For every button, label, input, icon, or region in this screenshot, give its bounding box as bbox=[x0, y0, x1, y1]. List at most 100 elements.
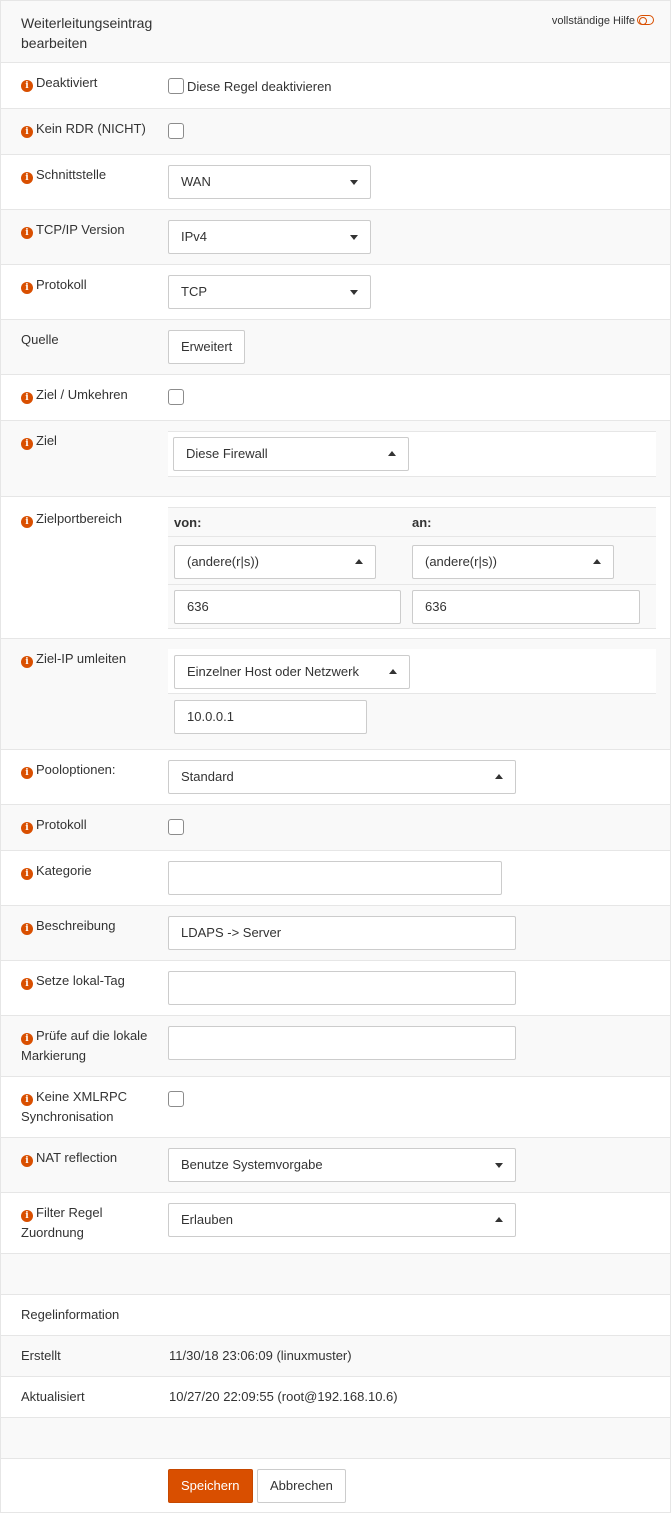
disable-rule-text: Diese Regel deaktivieren bbox=[187, 79, 332, 94]
full-help-toggle[interactable]: vollständige Hilfe bbox=[552, 15, 654, 27]
row-rule-info-heading: Regelinformation bbox=[1, 1295, 670, 1336]
info-icon[interactable]: i bbox=[21, 227, 33, 239]
save-button[interactable]: Speichern bbox=[168, 1469, 253, 1503]
caret-icon bbox=[495, 1163, 503, 1168]
label-ipversion: i TCP/IP Version bbox=[21, 220, 125, 240]
nordr-control bbox=[168, 123, 184, 139]
nordr-checkbox[interactable] bbox=[168, 123, 184, 139]
destination-subtable: Diese Firewall bbox=[168, 431, 656, 477]
row-destination: i Ziel Diese Firewall bbox=[1, 421, 670, 497]
dest-port-from-select[interactable]: (andere(r|s)) bbox=[174, 545, 376, 579]
dest-port-to-select[interactable]: (andere(r|s)) bbox=[412, 545, 614, 579]
nosync-control bbox=[168, 1091, 184, 1107]
dest-port-divider bbox=[168, 536, 656, 537]
dest-port-from-input[interactable]: 636 bbox=[174, 590, 401, 624]
label-target: i Ziel-IP umleiten bbox=[21, 649, 126, 669]
section-spacer bbox=[1, 1254, 670, 1295]
row-description: i Beschreibung LDAPS -> Server bbox=[1, 906, 670, 961]
protocol-select[interactable]: TCP bbox=[168, 275, 371, 309]
row-created: Erstellt 11/30/18 23:06:09 (linuxmuster) bbox=[1, 1336, 670, 1377]
created-label: Erstellt bbox=[21, 1348, 61, 1363]
label-pool: i Pooloptionen: bbox=[21, 760, 116, 780]
label-nordr: i Kein RDR (NICHT) bbox=[21, 119, 146, 139]
ipversion-select[interactable]: IPv4 bbox=[168, 220, 371, 254]
dest-invert-checkbox[interactable] bbox=[168, 389, 184, 405]
info-icon[interactable]: i bbox=[21, 767, 33, 779]
row-disabled: i Deaktiviert Diese Regel deaktivieren bbox=[1, 63, 670, 109]
info-icon[interactable]: i bbox=[21, 172, 33, 184]
panel-header: Weiterleitungseintrag bearbeiten vollstä… bbox=[1, 1, 670, 63]
info-icon[interactable]: i bbox=[21, 438, 33, 450]
source-advanced-button[interactable]: Erweitert bbox=[168, 330, 246, 364]
caret-icon bbox=[593, 559, 601, 564]
label-protocol: i Protokoll bbox=[21, 275, 87, 295]
info-icon[interactable]: i bbox=[21, 1094, 33, 1106]
dest-port-divider bbox=[168, 584, 656, 585]
row-interface: i Schnittstelle WAN bbox=[1, 155, 670, 210]
destination-select[interactable]: Diese Firewall bbox=[173, 437, 409, 471]
label-source: Quelle bbox=[21, 332, 59, 347]
info-icon[interactable]: i bbox=[21, 1210, 33, 1222]
target-select[interactable]: Einzelner Host oder Netzwerk bbox=[174, 655, 410, 689]
label-interface: i Schnittstelle bbox=[21, 165, 106, 185]
label-dest-invert: i Ziel / Umkehren bbox=[21, 385, 128, 405]
nosync-checkbox[interactable] bbox=[168, 1091, 184, 1107]
row-filter-rule: i Filter Regel Zuordnung Erlauben bbox=[1, 1193, 670, 1254]
edit-forward-panel: Weiterleitungseintrag bearbeiten vollstä… bbox=[0, 0, 671, 1513]
row-tagged: i Prüfe auf die lokale Markierung bbox=[1, 1016, 670, 1077]
label-nosync: i Keine XMLRPC Synchronisation bbox=[21, 1089, 128, 1124]
info-icon[interactable]: i bbox=[21, 978, 33, 990]
info-icon[interactable]: i bbox=[21, 80, 33, 92]
label-natreflection: i NAT reflection bbox=[21, 1148, 117, 1168]
description-input[interactable]: LDAPS -> Server bbox=[168, 916, 516, 950]
info-icon[interactable]: i bbox=[21, 516, 33, 528]
label-category: i Kategorie bbox=[21, 861, 92, 881]
disable-rule-checkbox[interactable] bbox=[168, 78, 184, 94]
interface-select[interactable]: WAN bbox=[168, 165, 371, 199]
label-destination: i Ziel bbox=[21, 431, 57, 451]
cancel-button[interactable]: Abbrechen bbox=[257, 1469, 346, 1503]
pool-select[interactable]: Standard bbox=[168, 760, 516, 794]
row-log: i Protokoll bbox=[1, 805, 670, 851]
info-icon[interactable]: i bbox=[21, 392, 33, 404]
caret-icon bbox=[389, 669, 397, 674]
label-disabled: i Deaktiviert bbox=[21, 73, 97, 93]
log-checkbox[interactable] bbox=[168, 819, 184, 835]
row-updated: Aktualisiert 10/27/20 22:09:55 (root@192… bbox=[1, 1377, 670, 1418]
caret-icon bbox=[350, 180, 358, 185]
caret-icon bbox=[350, 235, 358, 240]
caret-icon bbox=[350, 290, 358, 295]
info-icon[interactable]: i bbox=[21, 822, 33, 834]
row-actions: Speichern Abbrechen bbox=[1, 1459, 670, 1513]
dest-port-to-input[interactable]: 636 bbox=[412, 590, 640, 624]
dest-port-subtable: von: an: (andere(r|s)) (andere(r|s)) 636… bbox=[168, 507, 656, 629]
target-ip-input[interactable]: 10.0.0.1 bbox=[174, 700, 367, 734]
label-dest-port: i Zielportbereich bbox=[21, 509, 122, 529]
dest-port-from-label: von: bbox=[174, 515, 202, 530]
info-icon[interactable]: i bbox=[21, 868, 33, 880]
tag-input[interactable] bbox=[168, 971, 516, 1005]
info-icon[interactable]: i bbox=[21, 923, 33, 935]
natreflection-select[interactable]: Benutze Systemvorgabe bbox=[168, 1148, 516, 1182]
page-title: Weiterleitungseintrag bearbeiten bbox=[21, 15, 153, 51]
row-nordr: i Kein RDR (NICHT) bbox=[1, 109, 670, 155]
row-protocol: i Protokoll TCP bbox=[1, 265, 670, 320]
target-subtable: Einzelner Host oder Netzwerk bbox=[168, 649, 656, 694]
label-tag: i Setze lokal-Tag bbox=[21, 971, 125, 991]
updated-value: 10/27/20 22:09:55 (root@192.168.10.6) bbox=[169, 1389, 398, 1404]
info-icon[interactable]: i bbox=[21, 282, 33, 294]
log-control bbox=[168, 819, 184, 835]
tagged-input[interactable] bbox=[168, 1026, 516, 1060]
label-description: i Beschreibung bbox=[21, 916, 116, 936]
info-icon[interactable]: i bbox=[21, 126, 33, 138]
caret-icon bbox=[355, 559, 363, 564]
row-dest-invert: i Ziel / Umkehren bbox=[1, 375, 670, 421]
category-input[interactable] bbox=[168, 861, 502, 895]
rule-info-heading: Regelinformation bbox=[21, 1307, 120, 1322]
info-icon[interactable]: i bbox=[21, 1155, 33, 1167]
filter-rule-select[interactable]: Erlauben bbox=[168, 1203, 516, 1237]
full-help-label: vollständige Hilfe bbox=[551, 15, 635, 27]
row-category: i Kategorie bbox=[1, 851, 670, 906]
info-icon[interactable]: i bbox=[21, 656, 33, 668]
info-icon[interactable]: i bbox=[21, 1033, 33, 1045]
